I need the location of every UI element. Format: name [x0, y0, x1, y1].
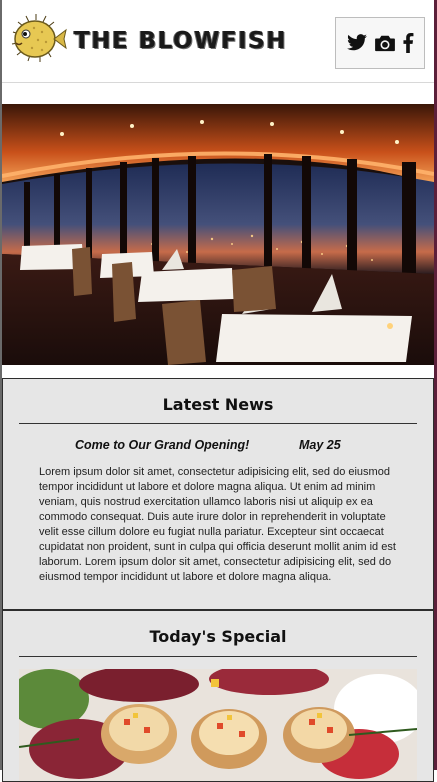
news-item-date: May 25 — [299, 438, 341, 452]
special-dish-image — [19, 669, 417, 781]
todays-special-panel: Today's Special — [2, 610, 434, 782]
news-item-title[interactable]: Come to Our Grand Opening! — [75, 438, 249, 452]
latest-news-panel: Latest News Come to Our Grand Opening! M… — [2, 378, 434, 610]
camera-icon[interactable] — [374, 34, 396, 52]
site-header: THE BLOWFISH — [2, 0, 434, 83]
todays-special-heading: Today's Special — [149, 627, 287, 646]
brand-name[interactable]: THE BLOWFISH — [74, 28, 287, 54]
facebook-icon[interactable] — [402, 33, 414, 53]
social-links — [335, 17, 425, 69]
twitter-icon[interactable] — [346, 34, 368, 52]
news-divider — [19, 423, 417, 424]
latest-news-heading: Latest News — [162, 395, 274, 414]
restaurant-hero-image — [2, 104, 434, 365]
special-divider — [19, 656, 417, 657]
blowfish-logo-icon — [11, 14, 67, 62]
news-body-text: Lorem ipsum dolor sit amet, consectetur … — [39, 466, 396, 583]
